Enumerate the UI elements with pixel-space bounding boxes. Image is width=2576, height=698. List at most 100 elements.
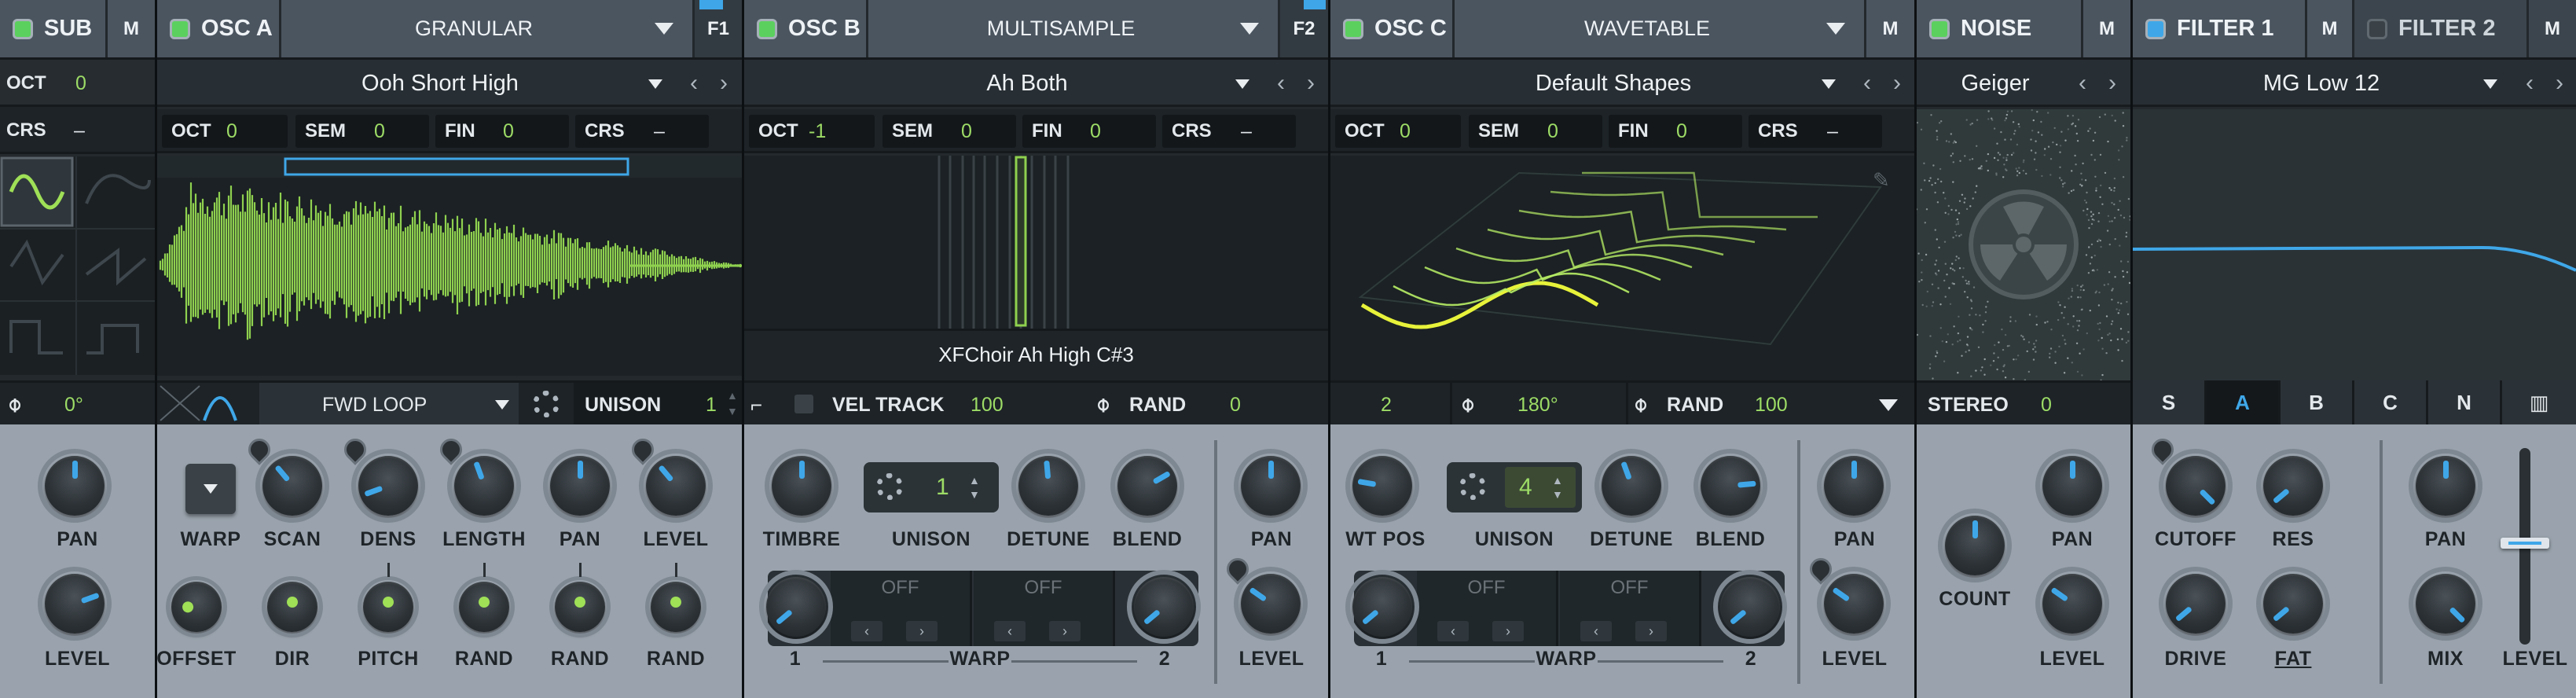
- sub-power-led[interactable]: [13, 18, 33, 39]
- osc-c-sem-field[interactable]: SEM 0: [1469, 115, 1602, 148]
- filter2-mute-button[interactable]: M: [2529, 0, 2576, 57]
- noise-level-knob[interactable]: [2035, 567, 2109, 641]
- chevron-down-icon[interactable]: [1879, 399, 1898, 411]
- vel-track-checkbox[interactable]: [794, 395, 813, 413]
- gear-icon[interactable]: [876, 473, 903, 500]
- osc-c-mute-button[interactable]: M: [1866, 0, 1914, 57]
- osc-a-dir-mod-knob[interactable]: [262, 576, 323, 637]
- gear-icon[interactable]: [1459, 473, 1486, 500]
- prev-preset-icon[interactable]: ‹: [2518, 71, 2541, 96]
- filter-slope-tab-s[interactable]: S: [2133, 380, 2207, 424]
- noise-count-knob[interactable]: [1938, 509, 2012, 582]
- osc-a-unison-field[interactable]: UNISON 1 ▲ ▼: [574, 383, 742, 424]
- filter1-power-led[interactable]: [2145, 18, 2166, 39]
- filter1-pan-knob[interactable]: [2409, 449, 2482, 523]
- noise-toggle[interactable]: NOISE: [1917, 0, 2083, 57]
- osc-a-waveform-display[interactable]: [157, 156, 742, 376]
- filter-slope-tab-n[interactable]: N: [2428, 380, 2502, 424]
- filter1-fat-knob[interactable]: [2256, 567, 2330, 641]
- osc-b-power-led[interactable]: [757, 18, 777, 39]
- osc-c-warp1-knob[interactable]: [1345, 570, 1419, 644]
- filter2-toggle[interactable]: FILTER 2: [2354, 0, 2529, 57]
- osc-c-pan-knob[interactable]: [1817, 449, 1891, 523]
- osc-b-sem-field[interactable]: SEM 0: [883, 115, 1016, 148]
- osc-b-unison-stepper[interactable]: 1 ▲ ▼: [864, 462, 999, 512]
- noise-stereo-row[interactable]: STEREO 0: [1917, 380, 2130, 424]
- osc-b-vel-track-value[interactable]: 100: [971, 383, 1004, 427]
- noise-preset-bar[interactable]: Geiger ‹ ›: [1917, 60, 2130, 107]
- osc-c-preset-bar[interactable]: Default Shapes ‹ ›: [1330, 60, 1914, 107]
- osc-b-toggle[interactable]: OSC B: [744, 0, 868, 57]
- noise-power-led[interactable]: [1929, 18, 1950, 39]
- noise-pan-knob[interactable]: [2035, 449, 2109, 523]
- osc-a-sem-field[interactable]: SEM 0: [295, 115, 429, 148]
- osc-b-crs-field[interactable]: CRS –: [1162, 115, 1296, 148]
- slider-thumb[interactable]: [2501, 538, 2549, 549]
- filter1-toggle[interactable]: FILTER 1: [2133, 0, 2307, 57]
- osc-a-pan-knob[interactable]: [543, 449, 617, 523]
- sub-pan-knob[interactable]: [38, 449, 112, 523]
- osc-a-power-led[interactable]: [170, 18, 190, 39]
- osc-c-crs-field[interactable]: CRS –: [1749, 115, 1882, 148]
- osc-a-dens-knob[interactable]: [351, 449, 425, 523]
- osc-c-warp2-knob[interactable]: [1713, 570, 1787, 644]
- osc-c-warp-slot-1[interactable]: OFF ‹ ›: [1417, 571, 1558, 646]
- filter1-mix-knob[interactable]: [2409, 567, 2482, 641]
- gear-icon[interactable]: [533, 391, 560, 417]
- sub-level-knob[interactable]: [38, 567, 112, 641]
- osc-c-fin-field[interactable]: FIN 0: [1609, 115, 1742, 148]
- next-preset-icon[interactable]: ›: [2101, 71, 2124, 96]
- osc-c-unison-stepper[interactable]: 4 ▲ ▼: [1447, 462, 1582, 512]
- filter-slope-tab-c[interactable]: C: [2354, 380, 2428, 424]
- osc-c-phase-value[interactable]: 180°: [1517, 383, 1558, 427]
- osc-c-detune-knob[interactable]: [1594, 449, 1668, 523]
- osc-a-preset-bar[interactable]: Ooh Short High ‹ ›: [157, 60, 742, 107]
- filter1-cutoff-knob[interactable]: [2159, 449, 2233, 523]
- osc-b-warp-slot-2[interactable]: OFF ‹ ›: [974, 571, 1115, 646]
- prev-preset-icon[interactable]: ‹: [682, 71, 706, 96]
- prev-preset-icon[interactable]: ‹: [1855, 71, 1879, 96]
- filter-response-display[interactable]: [2132, 109, 2576, 380]
- sub-toggle[interactable]: SUB: [0, 0, 108, 57]
- osc-b-rand-value[interactable]: 0: [1230, 383, 1241, 427]
- osc-a-scan-knob[interactable]: [255, 449, 329, 523]
- osc-b-oct-field[interactable]: OCT -1: [749, 115, 875, 148]
- osc-b-mode-select[interactable]: MULTISAMPLE: [868, 0, 1280, 57]
- window-shape-icon[interactable]: [157, 383, 251, 424]
- osc-a-toggle[interactable]: OSC A: [157, 0, 281, 57]
- osc-c-blend-knob[interactable]: [1693, 449, 1767, 523]
- keytrack-icon[interactable]: ⌐: [750, 383, 762, 427]
- filter1-mute-button[interactable]: M: [2307, 0, 2354, 57]
- sub-crs-value[interactable]: –: [74, 107, 85, 154]
- filter-slope-tab-b[interactable]: B: [2281, 380, 2354, 424]
- filter-slope-tab-a[interactable]: A: [2207, 380, 2281, 424]
- filter2-power-led[interactable]: [2367, 18, 2387, 39]
- osc-a-oct-field[interactable]: OCT 0: [162, 115, 288, 148]
- osc-b-preset-bar[interactable]: Ah Both ‹ ›: [744, 60, 1328, 107]
- osc-b-level-knob[interactable]: [1234, 567, 1308, 641]
- osc-a-rand-mod-knob[interactable]: [645, 576, 706, 637]
- osc-c-power-led[interactable]: [1343, 18, 1363, 39]
- osc-a-mode-select[interactable]: GRANULAR: [281, 0, 695, 57]
- osc-a-crs-field[interactable]: CRS –: [575, 115, 709, 148]
- osc-c-warp-slot-2[interactable]: OFF ‹ ›: [1560, 571, 1701, 646]
- sub-mute-button[interactable]: M: [108, 0, 155, 57]
- sub-oct-row[interactable]: OCT 0: [0, 60, 155, 107]
- keyboard-icon[interactable]: ▥: [2502, 380, 2576, 424]
- sub-crs-row[interactable]: CRS –: [0, 107, 155, 154]
- osc-b-warp1-knob[interactable]: [759, 570, 833, 644]
- osc-c-frame-value[interactable]: 2: [1381, 383, 1392, 427]
- osc-c-mode-select[interactable]: WAVETABLE: [1455, 0, 1866, 57]
- noise-mute-button[interactable]: M: [2083, 0, 2130, 57]
- prev-preset-icon[interactable]: ‹: [2071, 71, 2094, 96]
- osc-c-rand-value[interactable]: 100: [1755, 383, 1788, 427]
- osc-c-toggle[interactable]: OSC C: [1330, 0, 1455, 57]
- osc-b-fin-field[interactable]: FIN 0: [1022, 115, 1156, 148]
- prev-preset-icon[interactable]: ‹: [1269, 71, 1293, 96]
- osc-a-warp-menu-button[interactable]: [185, 464, 236, 514]
- filter1-res-knob[interactable]: [2256, 449, 2330, 523]
- osc-c-wtpos-knob[interactable]: [1345, 449, 1419, 523]
- osc-a-loop-mode-select[interactable]: FWD LOOP: [259, 383, 519, 424]
- osc-b-warp-slot-1[interactable]: OFF ‹ ›: [831, 571, 972, 646]
- osc-a-length-knob[interactable]: [447, 449, 521, 523]
